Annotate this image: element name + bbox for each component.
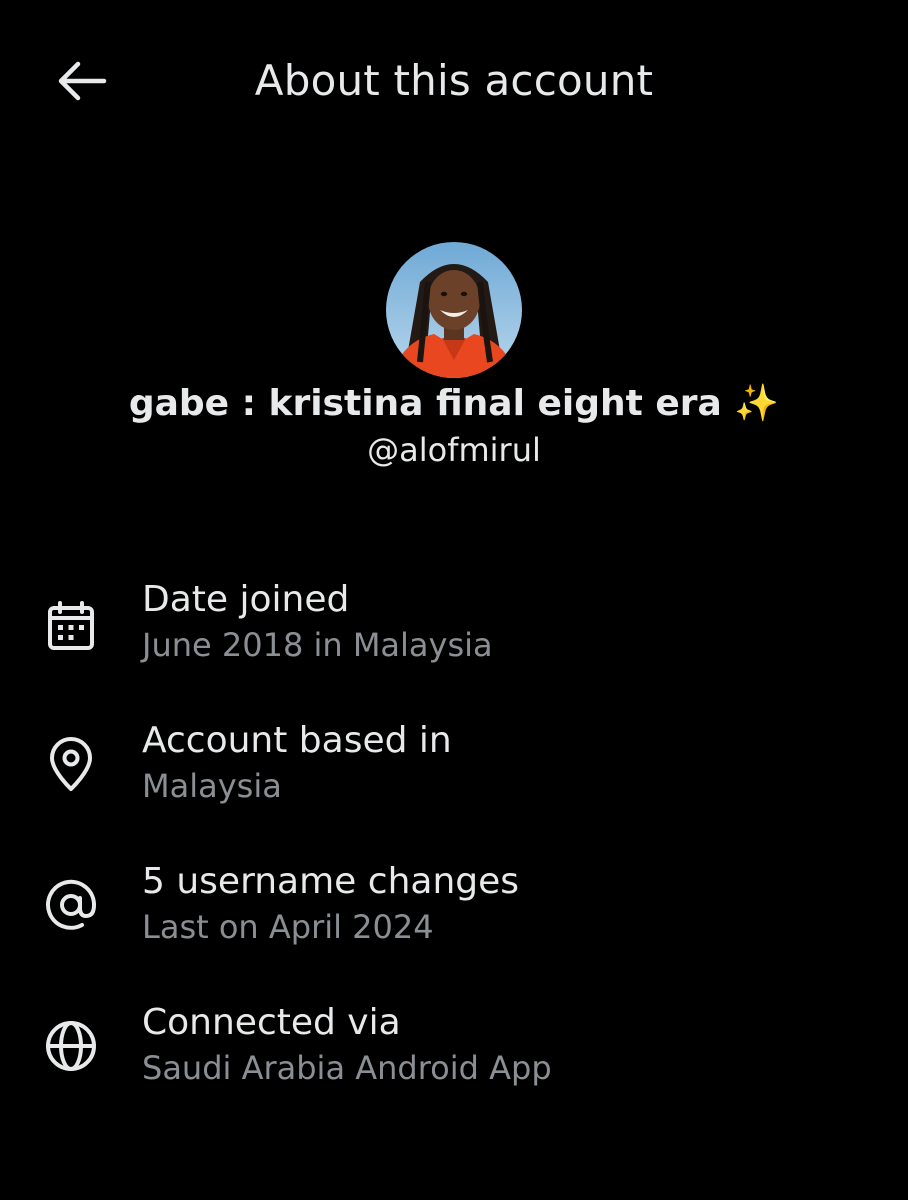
date-joined-label: Date joined bbox=[142, 579, 350, 620]
globe-icon bbox=[42, 1017, 100, 1075]
at-sign-icon bbox=[42, 876, 100, 934]
calendar-icon bbox=[42, 598, 100, 656]
info-row-connected-via: Connected via Saudi Arabia Android App bbox=[0, 1001, 908, 1121]
info-row-username-changes: 5 username changes Last on April 2024 bbox=[0, 860, 908, 980]
username-changes-label: 5 username changes bbox=[142, 861, 520, 902]
top-bar: About this account bbox=[0, 0, 908, 160]
username-changes-value: Last on April 2024 bbox=[142, 908, 434, 946]
connected-via-label: Connected via bbox=[142, 1002, 401, 1043]
info-row-account-based-in: Account based in Malaysia bbox=[0, 719, 908, 839]
username-handle: @alofmirul bbox=[367, 431, 541, 469]
account-based-in-label: Account based in bbox=[142, 720, 452, 761]
avatar[interactable] bbox=[386, 242, 522, 378]
display-name: gabe : kristina final eight era ✨ bbox=[128, 383, 780, 424]
connected-via-value: Saudi Arabia Android App bbox=[142, 1049, 552, 1087]
account-based-in-value: Malaysia bbox=[142, 767, 282, 805]
info-row-date-joined: Date joined June 2018 in Malaysia bbox=[0, 578, 908, 698]
location-pin-icon bbox=[42, 735, 100, 793]
page-title: About this account bbox=[254, 56, 654, 105]
date-joined-value: June 2018 in Malaysia bbox=[142, 626, 493, 664]
